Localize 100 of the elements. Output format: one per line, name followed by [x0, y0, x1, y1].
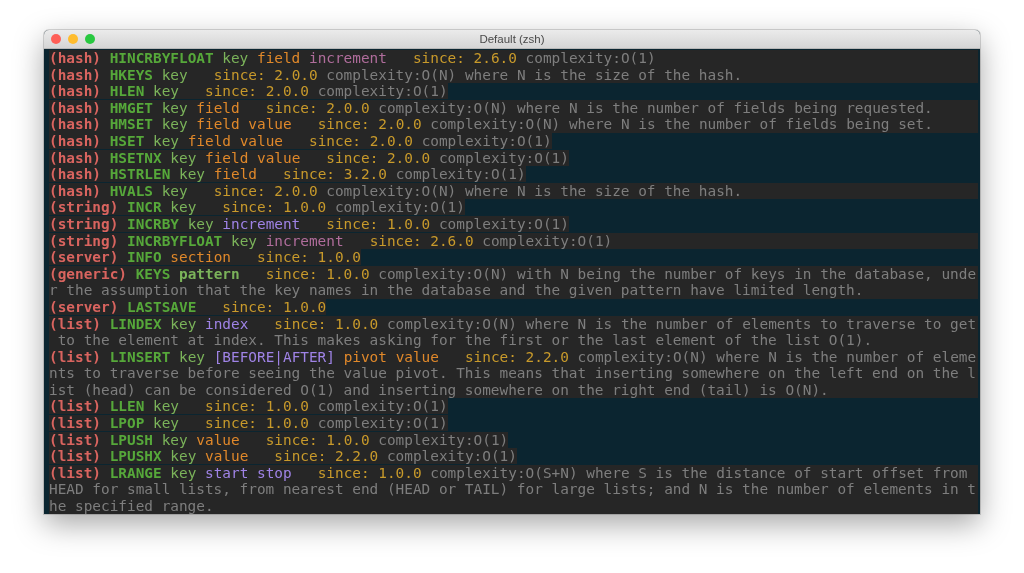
command-name: HMSET [109, 116, 153, 133]
complexity-text: complexity:O(1) [378, 431, 509, 448]
command-name: INCRBY [127, 215, 179, 232]
command-name: LPOP [109, 415, 145, 432]
complexity-text: complexity:O(1) [482, 232, 613, 249]
command-name: HSET [109, 132, 145, 149]
argument-text: value [248, 116, 292, 133]
category-label: (hash) [49, 116, 101, 133]
since-text: since: 2.0.0 [317, 116, 422, 133]
complexity-text: complexity:O(1) [421, 132, 552, 149]
since-text: since: 1.0.0 [326, 215, 431, 232]
argument-text: increment [222, 215, 301, 232]
since-text: since: 2.0.0 [326, 149, 431, 166]
complexity-text: complexity:O(1) [386, 448, 517, 465]
argument-text: key [222, 50, 249, 66]
complexity-text: complexity:O(1) [395, 166, 526, 183]
since-text: since: 2.0.0 [309, 132, 413, 149]
argument-text: increment [308, 50, 387, 66]
command-name: HSETNX [109, 149, 162, 166]
complexity-text: complexity:O(N) where N is the number of fields being set. [430, 116, 933, 133]
argument-text: key [161, 431, 188, 448]
category-label: (string) [49, 199, 119, 216]
command-name: HKEYS [109, 66, 153, 83]
since-text: since: 1.0.0 [265, 431, 370, 448]
zoom-button[interactable] [85, 34, 95, 44]
since-text: since: 1.0.0 [256, 249, 361, 266]
argument-text: key [161, 99, 188, 116]
argument-text: field [213, 166, 257, 183]
argument-text: key [153, 132, 179, 149]
argument-text: value [196, 431, 240, 448]
category-label: (hash) [49, 182, 101, 199]
since-text: since: 1.0.0 [205, 415, 309, 432]
argument-text: key [161, 182, 188, 199]
argument-text: field [187, 132, 231, 149]
argument-text: key [170, 149, 197, 166]
argument-text: field [205, 149, 249, 166]
category-label: (list) [49, 448, 101, 465]
category-label: (hash) [49, 66, 101, 83]
category-label: (hash) [49, 99, 101, 116]
argument-text: key [153, 83, 179, 100]
argument-text: key [153, 398, 179, 415]
command-name: INFO [127, 249, 162, 266]
window-title: Default (zsh) [479, 33, 545, 45]
category-label: (string) [49, 215, 119, 232]
command-name: HVALS [109, 182, 153, 199]
argument-text: key [230, 232, 257, 249]
command-name: LPUSH [109, 431, 153, 448]
category-label: (server) [49, 298, 119, 315]
category-label: (hash) [49, 132, 101, 149]
command-name: LASTSAVE [127, 298, 197, 315]
argument-text: key [179, 166, 205, 183]
complexity-text: complexity:O(N) where N is the number of fields being requested. [378, 99, 933, 116]
command-name: HSTRLEN [109, 166, 171, 183]
complexity-text: complexity:O(1) [334, 199, 465, 216]
command-name: HINCRBYFLOAT [109, 50, 214, 66]
category-label: (hash) [49, 83, 101, 100]
complexity-text: complexity:O(1) [438, 149, 569, 166]
complexity-text: complexity:O(N) where N is the size of the hash. [326, 66, 743, 83]
complexity-text: complexity:O(1) [438, 215, 569, 232]
complexity-text: complexity:O(1) [317, 415, 448, 432]
argument-text: key [170, 199, 197, 216]
since-text: since: 1.0.0 [222, 298, 327, 315]
category-label: (list) [49, 398, 101, 415]
argument-text: key [187, 215, 214, 232]
category-label: (hash) [49, 50, 101, 66]
since-text: since: 3.2.0 [283, 166, 387, 183]
since-text: since: 2.0.0 [265, 99, 370, 116]
close-button[interactable] [51, 34, 61, 44]
command-name: INCRBYFLOAT [127, 232, 223, 249]
command-name: LPUSHX [109, 448, 162, 465]
since-text: since: 2.0.0 [213, 182, 318, 199]
argument-text: increment [265, 232, 344, 249]
since-text: since: 2.6.0 [369, 232, 474, 249]
command-name: HLEN [109, 83, 145, 100]
since-text: since: 2.6.0 [412, 50, 517, 66]
argument-text: field [256, 50, 301, 66]
category-label: (server) [49, 249, 119, 266]
command-name: LLEN [109, 398, 145, 415]
argument-text: field [196, 116, 240, 133]
since-text: since: 2.0.0 [205, 83, 309, 100]
argument-text: key [161, 66, 188, 83]
argument-text: value [239, 132, 283, 149]
argument-text: key [153, 415, 179, 432]
argument-text: key [170, 448, 197, 465]
category-label: (list) [49, 415, 101, 432]
command-name: HMGET [109, 99, 153, 116]
argument-text: value [205, 448, 249, 465]
complexity-text: complexity:O(N) where N is the size of the hash. [326, 182, 743, 199]
category-label: (hash) [49, 166, 101, 183]
complexity-text: complexity:O(1) [317, 398, 448, 415]
argument-text: value [257, 149, 301, 166]
category-label: (hash) [49, 149, 101, 166]
minimize-button[interactable] [68, 34, 78, 44]
since-text: since: 2.0.0 [213, 66, 318, 83]
argument-text: key [161, 116, 188, 133]
complexity-text: complexity:O(1) [525, 50, 656, 66]
category-label: (string) [49, 232, 119, 249]
category-label: (list) [49, 431, 101, 448]
complexity-text: complexity:O(1) [317, 83, 448, 100]
command-name: INCR [127, 199, 162, 216]
